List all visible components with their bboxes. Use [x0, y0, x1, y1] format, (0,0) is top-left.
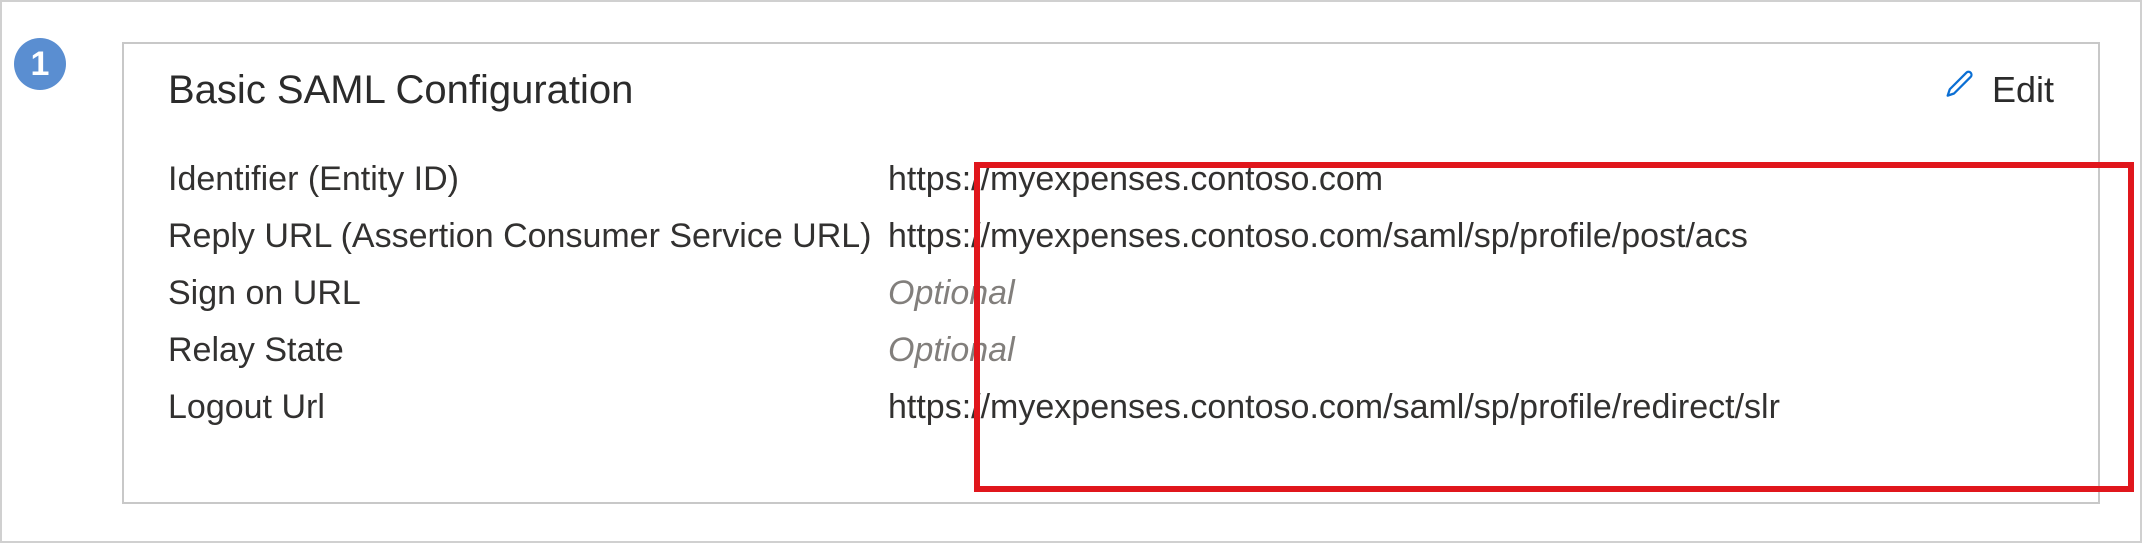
- config-rows: Identifier (Entity ID) https://myexpense…: [168, 157, 2054, 429]
- relay-state-label: Relay State: [168, 328, 888, 373]
- step-number-badge: 1: [14, 38, 66, 90]
- identifier-value: https://myexpenses.contoso.com: [888, 157, 2054, 202]
- basic-saml-config-card: Basic SAML Configuration Edit Identifier…: [122, 42, 2100, 504]
- reply-url-value: https://myexpenses.contoso.com/saml/sp/p…: [888, 214, 2054, 259]
- card-title: Basic SAML Configuration: [168, 68, 633, 113]
- pencil-icon: [1942, 68, 1976, 111]
- identifier-label: Identifier (Entity ID): [168, 157, 888, 202]
- edit-button[interactable]: Edit: [1942, 68, 2054, 111]
- logout-url-value: https://myexpenses.contoso.com/saml/sp/p…: [888, 385, 2054, 430]
- relay-state-value: Optional: [888, 328, 2054, 373]
- step-number: 1: [31, 47, 50, 81]
- saml-config-section: 1 Basic SAML Configuration Edit Identifi…: [0, 0, 2142, 543]
- logout-url-label: Logout Url: [168, 385, 888, 430]
- edit-button-label: Edit: [1992, 69, 2054, 111]
- reply-url-label: Reply URL (Assertion Consumer Service UR…: [168, 214, 888, 259]
- sign-on-url-label: Sign on URL: [168, 271, 888, 316]
- sign-on-url-value: Optional: [888, 271, 2054, 316]
- card-header: Basic SAML Configuration Edit: [168, 68, 2054, 113]
